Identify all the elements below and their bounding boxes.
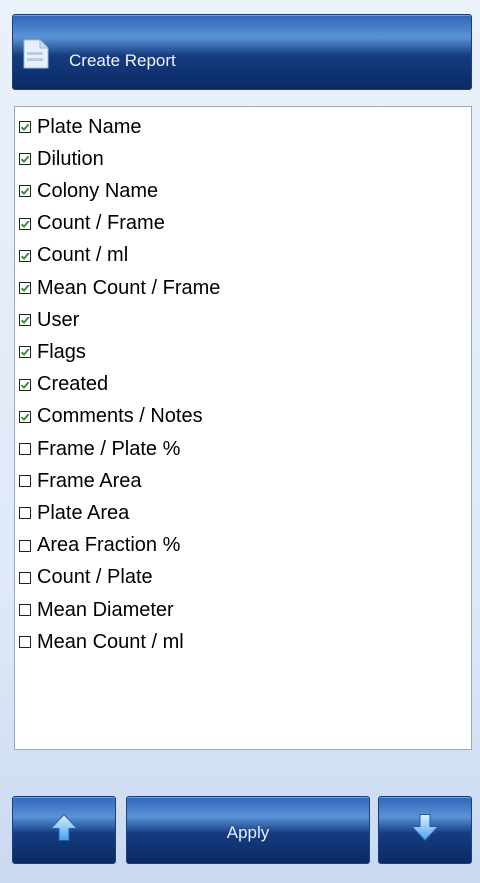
report-field-label: Count / Frame — [37, 212, 165, 235]
report-field-row[interactable]: Mean Diameter — [19, 594, 174, 626]
report-field-row[interactable]: Comments / Notes — [19, 401, 203, 433]
report-field-label: Plate Area — [37, 501, 130, 524]
report-field-row[interactable]: Frame / Plate % — [19, 433, 180, 465]
apply-button[interactable]: Apply — [126, 796, 370, 864]
checkbox-checked[interactable] — [19, 185, 31, 198]
report-field-row[interactable]: Dilution — [19, 143, 104, 175]
checkbox-unchecked[interactable] — [19, 443, 31, 455]
checkbox-checked[interactable] — [19, 249, 31, 262]
apply-label: Apply — [226, 823, 270, 842]
checkbox-checked[interactable] — [19, 346, 31, 359]
report-field-label: Frame / Plate % — [37, 437, 181, 460]
report-field-label: Created — [37, 373, 109, 396]
create-report-label: Create Report — [69, 51, 176, 70]
document-icon — [23, 39, 49, 69]
checkbox-checked[interactable] — [19, 282, 31, 294]
report-field-label: Mean Diameter — [37, 598, 174, 621]
checkbox-unchecked[interactable] — [19, 539, 31, 552]
report-field-label: Count / Plate — [37, 566, 153, 589]
report-field-label: Plate Name — [37, 115, 142, 138]
move-down-button[interactable] — [378, 796, 472, 864]
report-field-label: Flags — [37, 340, 86, 363]
arrow-down-icon — [410, 813, 440, 848]
report-field-row[interactable]: Created — [19, 369, 108, 401]
checkbox-unchecked[interactable] — [19, 604, 31, 616]
report-field-label: Frame Area — [37, 469, 142, 492]
report-field-row[interactable]: Plate Area — [19, 497, 129, 529]
report-field-row[interactable]: Count / Frame — [19, 208, 165, 240]
report-field-row[interactable]: Area Fraction % — [19, 530, 180, 562]
checkbox-unchecked[interactable] — [19, 475, 31, 488]
report-field-row[interactable]: User — [19, 304, 79, 336]
report-field-row[interactable]: Plate Name — [19, 111, 142, 143]
checkbox-checked[interactable] — [19, 314, 31, 327]
report-field-label: User — [37, 308, 80, 331]
checkbox-checked[interactable] — [19, 217, 31, 230]
report-field-label: Count / ml — [37, 244, 129, 267]
checkbox-unchecked[interactable] — [19, 636, 31, 649]
report-field-label: Mean Count / ml — [37, 630, 184, 653]
report-field-row[interactable]: Colony Name — [19, 175, 158, 207]
checkbox-checked[interactable] — [19, 153, 31, 166]
checkbox-checked[interactable] — [19, 378, 31, 391]
checkbox-checked[interactable] — [19, 410, 31, 423]
report-field-row[interactable]: Count / ml — [19, 240, 128, 272]
report-field-label: Comments / Notes — [37, 405, 203, 428]
report-field-row[interactable]: Frame Area — [19, 465, 141, 497]
arrow-up-icon — [49, 813, 79, 848]
report-field-label: Mean Count / Frame — [37, 276, 221, 299]
report-field-row[interactable]: Count / Plate — [19, 562, 153, 594]
report-field-row[interactable]: Flags — [19, 336, 86, 368]
checkbox-unchecked[interactable] — [19, 571, 31, 584]
report-fields-list: Plate Name Dilution Colony Name Count / Fra… — [14, 106, 472, 750]
report-field-label: Dilution — [37, 147, 104, 170]
report-field-row[interactable]: Mean Count / ml — [19, 626, 184, 658]
report-field-label: Area Fraction % — [37, 534, 181, 557]
report-panel: Create Report Plate Name Dilution Colony N… — [0, 0, 480, 883]
create-report-button[interactable]: Create Report — [12, 14, 472, 90]
report-field-row[interactable]: Mean Count / Frame — [19, 272, 220, 304]
move-up-button[interactable] — [12, 796, 116, 864]
checkbox-checked[interactable] — [19, 121, 31, 133]
checkbox-unchecked[interactable] — [19, 507, 31, 520]
report-field-label: Colony Name — [37, 179, 159, 202]
